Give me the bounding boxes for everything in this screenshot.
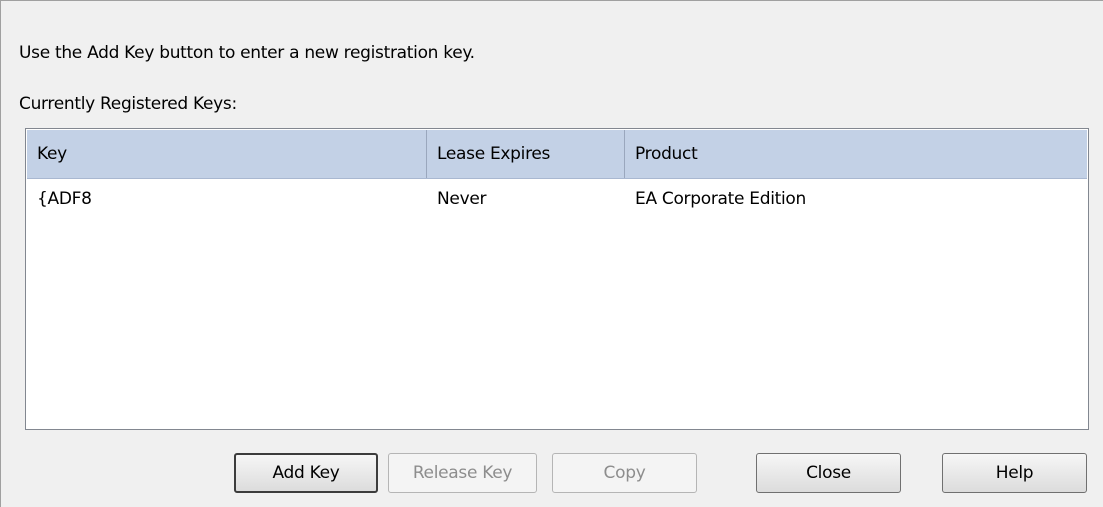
column-header-key[interactable]: Key (27, 130, 427, 178)
copy-button[interactable]: Copy (552, 453, 697, 493)
list-header: Key Lease Expires Product (27, 130, 1087, 179)
add-key-button[interactable]: Add Key (234, 453, 378, 493)
registration-keys-dialog: Use the Add Key button to enter a new re… (0, 0, 1103, 507)
column-header-product[interactable]: Product (625, 130, 1087, 178)
registered-keys-list[interactable]: Key Lease Expires Product {ADF8 Never EA… (25, 128, 1089, 430)
lease-expires-cell: Never (437, 189, 487, 209)
key-cell: {ADF8 (37, 189, 92, 209)
registered-keys-label: Currently Registered Keys: (19, 94, 237, 114)
help-button[interactable]: Help (942, 453, 1087, 493)
release-key-button[interactable]: Release Key (388, 453, 537, 493)
column-header-lease-expires[interactable]: Lease Expires (427, 130, 625, 178)
product-cell: EA Corporate Edition (635, 189, 806, 209)
instruction-text: Use the Add Key button to enter a new re… (19, 43, 475, 63)
table-row[interactable]: {ADF8 Never EA Corporate Edition (27, 181, 1087, 217)
close-button[interactable]: Close (756, 453, 901, 493)
